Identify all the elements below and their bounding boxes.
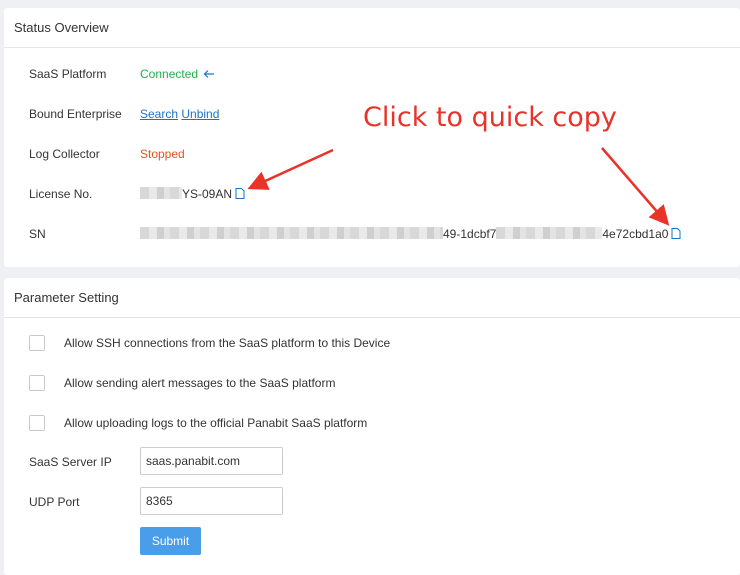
license-redacted — [140, 187, 182, 199]
search-link[interactable]: Search — [140, 107, 178, 121]
sn-row: SN 49-1dcbf7 4e72cbd1a0 — [29, 224, 681, 244]
udp-port-label: UDP Port — [29, 495, 80, 509]
status-overview-title: Status Overview — [4, 8, 740, 48]
parameter-setting-card: Parameter Setting Allow SSH connections … — [4, 278, 740, 575]
saas-platform-status: Connected — [140, 67, 199, 81]
sn-label: SN — [29, 227, 46, 241]
alert-checkbox-label: Allow sending alert messages to the SaaS… — [64, 375, 336, 390]
log-collector-label: Log Collector — [29, 147, 100, 161]
ssh-checkbox-row: Allow SSH connections from the SaaS plat… — [29, 333, 390, 351]
logs-checkbox-label: Allow uploading logs to the official Pan… — [64, 415, 368, 430]
copy-icon[interactable] — [235, 185, 245, 199]
arrow-left-icon[interactable] — [203, 65, 215, 85]
copy-icon[interactable] — [671, 225, 681, 239]
alert-checkbox[interactable] — [29, 374, 45, 391]
server-ip-row: SaaS Server IP saas.panabit.com — [29, 447, 283, 477]
ssh-checkbox-label: Allow SSH connections from the SaaS plat… — [64, 335, 391, 350]
status-overview-card: Status Overview SaaS Platform Connected B… — [4, 8, 740, 267]
logs-checkbox[interactable] — [29, 414, 45, 431]
unbind-link[interactable]: Unbind — [181, 107, 219, 121]
license-label: License No. — [29, 187, 93, 201]
saas-platform-label: SaaS Platform — [29, 67, 107, 81]
udp-port-input[interactable]: 8365 — [140, 487, 283, 515]
license-value: YS-09AN — [182, 187, 233, 201]
saas-platform-row: SaaS Platform Connected — [29, 64, 215, 84]
bound-enterprise-row: Bound Enterprise Search Unbind — [29, 104, 219, 124]
sn-part-1: 49-1dcbf7 — [443, 227, 497, 241]
server-ip-input[interactable]: saas.panabit.com — [140, 447, 283, 475]
server-ip-label: SaaS Server IP — [29, 455, 112, 469]
sn-redacted-2 — [496, 227, 603, 239]
log-collector-row: Log Collector Stopped — [29, 144, 185, 164]
sn-part-2: 4e72cbd1a0 — [602, 227, 669, 241]
submit-button[interactable]: Submit — [140, 527, 201, 555]
udp-port-row: UDP Port 8365 — [29, 487, 283, 517]
annotation-text: Click to quick copy — [363, 102, 617, 133]
bound-enterprise-label: Bound Enterprise — [29, 107, 122, 121]
sn-redacted-1 — [140, 227, 443, 239]
license-row: License No. YS-09AN — [29, 184, 245, 204]
logs-checkbox-row: Allow uploading logs to the official Pan… — [29, 413, 367, 431]
parameter-setting-title: Parameter Setting — [4, 278, 740, 318]
log-collector-status: Stopped — [140, 147, 185, 161]
alert-checkbox-row: Allow sending alert messages to the SaaS… — [29, 373, 335, 391]
ssh-checkbox[interactable] — [29, 334, 45, 351]
